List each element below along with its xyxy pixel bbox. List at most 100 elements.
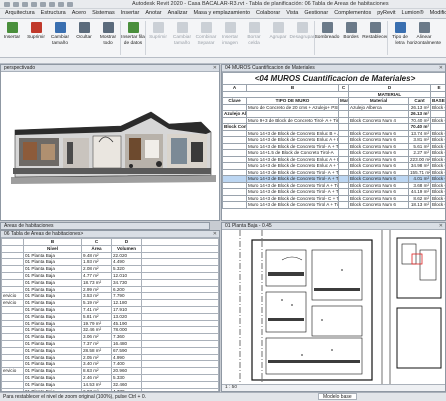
table-cell[interactable]: Block Concreto Num 4 xyxy=(222,123,247,131)
close-icon[interactable]: ✕ xyxy=(213,65,217,72)
table-cell[interactable] xyxy=(1,353,24,362)
ribbon-button[interactable]: Combinar Separar xyxy=(194,19,218,56)
table-cell[interactable]: Block Co xyxy=(430,194,445,202)
table-cell[interactable]: 2.05 m² xyxy=(81,353,112,362)
table-cell[interactable]: 70.40 m² xyxy=(408,116,431,124)
table-cell[interactable]: Muro 14+3 de Block de Concreto Tirol- A … xyxy=(246,188,339,196)
table-cell[interactable] xyxy=(1,258,24,267)
table-cell[interactable]: Block Co xyxy=(430,116,445,124)
table-row[interactable]: ervicio 01 Planta Baja 3.53 m² 7.790 xyxy=(1,292,219,301)
3d-view-pane[interactable]: perspectivado ✕ xyxy=(0,64,220,221)
table-row[interactable]: 01 Planta Baja 19.79 m² 45.190 xyxy=(1,319,219,328)
ribbon-tab[interactable]: Vista xyxy=(283,9,301,18)
table-cell[interactable]: 7.360 xyxy=(111,333,142,341)
table-cell[interactable]: 01 Planta Baja xyxy=(23,367,82,375)
table-cell[interactable]: ervicio xyxy=(1,299,24,307)
ribbon-button[interactable]: Restablecer xyxy=(362,19,388,56)
table-cell[interactable] xyxy=(1,305,24,314)
table-cell[interactable]: 01 Planta Baja xyxy=(23,258,82,267)
table-cell[interactable]: Muro 14+3 de Block de Concreto Tirol- A … xyxy=(246,175,339,183)
table-cell[interactable]: 01 Planta Baja xyxy=(23,265,82,273)
table-cell[interactable]: 2.08 m² xyxy=(81,265,112,273)
text-icon[interactable] xyxy=(58,1,64,7)
table-row[interactable]: 01 Planta Baja 32.46 m² 78.000 xyxy=(1,326,219,335)
table-row[interactable]: 01 Planta Baja 2.99 m² 6.200 xyxy=(1,285,219,294)
ribbon-tab[interactable]: Colaborar xyxy=(253,9,283,18)
table-cell[interactable] xyxy=(1,360,24,369)
column-header[interactable] xyxy=(1,244,24,253)
table-cell[interactable]: Muro 14+3 de Block de Concreto Tirol A +… xyxy=(246,181,339,189)
table-cell[interactable] xyxy=(1,285,24,294)
table-cell[interactable]: Muro 9+3 de Block de Concreto Tirol- A +… xyxy=(246,116,339,124)
ribbon-button[interactable]: Insertar fila de datos xyxy=(121,19,145,56)
ribbon-tab[interactable]: Acero xyxy=(69,9,89,18)
table-row[interactable]: Muro 14+3 de Block de Concreto Tirol A +… xyxy=(222,181,445,189)
ribbon-tab[interactable]: pyRevit xyxy=(374,9,398,18)
table-cell[interactable]: 5.81 m² xyxy=(81,312,112,321)
ribbon-tab[interactable]: Insertar xyxy=(118,9,143,18)
table-cell[interactable]: 22.020 xyxy=(111,251,142,260)
column-letter[interactable] xyxy=(1,238,24,246)
table-cell[interactable]: 7.790 xyxy=(111,292,142,301)
ribbon-tab[interactable]: Complementos xyxy=(331,9,374,18)
table-cell[interactable]: 2.99 m² xyxy=(81,285,112,294)
table-cell[interactable]: Muro 14+1.5 de Block de Concreto Tirol-A xyxy=(246,149,339,157)
ribbon-button[interactable]: Ocultar xyxy=(72,19,96,56)
column-header[interactable]: BASE ES xyxy=(430,97,445,105)
table-row[interactable]: 01 Planta Baja 5.81 m² 13.020 xyxy=(1,312,219,321)
table-cell[interactable] xyxy=(338,201,349,209)
ribbon-button[interactable]: Insertar xyxy=(0,19,24,56)
table-cell[interactable]: 01 Planta Baja xyxy=(23,285,82,294)
ribbon-tab[interactable]: Gestionar xyxy=(301,9,331,18)
table-cell[interactable]: 14.53 m² xyxy=(81,380,112,389)
table-cell[interactable]: 01 Planta Baja xyxy=(23,319,82,328)
table-row[interactable]: 01 Planta Baja 7.41 m² 17.910 xyxy=(1,305,219,314)
table-cell[interactable]: 19.79 m² xyxy=(81,319,112,328)
ribbon-tab[interactable]: Arquitectura xyxy=(2,9,38,18)
table-cell[interactable]: Block Co xyxy=(430,181,445,189)
table-cell[interactable]: 5.320 xyxy=(111,265,142,273)
table-cell[interactable]: 12.010 xyxy=(111,271,142,280)
table-cell[interactable]: Block Co xyxy=(430,168,445,176)
table-row[interactable]: Muro de Concreto de 20 cms + Azulejo+ PS… xyxy=(222,103,445,111)
ribbon-tab[interactable]: Anotar xyxy=(142,9,164,18)
ribbon-tab[interactable]: Masa y emplazamiento xyxy=(190,9,253,18)
table-cell[interactable]: 7.400 xyxy=(111,360,142,369)
materials-schedule-table[interactable]: <04 MUROS Cuantificacion de Materiales> A… xyxy=(222,72,445,209)
table-cell[interactable]: 01 Planta Baja xyxy=(23,251,82,260)
close-icon[interactable]: ✕ xyxy=(439,65,443,72)
table-row[interactable]: Muro 14+3 de Block de Concreto Tirol A +… xyxy=(222,201,445,209)
table-cell[interactable]: Muro 14+3 de Block de Concreto Tirol A +… xyxy=(246,201,339,209)
table-cell[interactable]: Block Co xyxy=(430,142,445,150)
model-selector[interactable]: Modelo base xyxy=(318,393,357,400)
table-row[interactable]: 01 Planta Baja 28.58 m² 67.590 xyxy=(1,346,219,355)
ribbon-tab[interactable]: Estructura xyxy=(38,9,69,18)
table-cell[interactable]: 01 Planta Baja xyxy=(23,353,82,362)
table-cell[interactable]: 01 Planta Baja xyxy=(23,312,82,321)
quick-access-toolbar[interactable] xyxy=(0,0,130,9)
column-header[interactable]: Nivel xyxy=(23,244,82,253)
ribbon-button[interactable]: Alinear horizontalmente xyxy=(407,19,441,56)
ribbon-button[interactable]: Sombreado xyxy=(315,19,339,56)
print-icon[interactable] xyxy=(40,1,46,7)
table-row[interactable]: 01 Planta Baja 3.06 m² 7.360 xyxy=(1,333,219,341)
table-cell[interactable]: Block Co xyxy=(430,162,445,170)
table-cell[interactable]: 5.330 xyxy=(111,373,142,382)
open-icon[interactable] xyxy=(4,1,10,7)
table-cell[interactable]: 01 Planta Baja xyxy=(23,299,82,307)
table-row[interactable]: ervicio 01 Planta Baja 8.63 m² 20.960 xyxy=(1,367,219,375)
table-cell[interactable]: Block Co xyxy=(430,149,445,157)
column-letter[interactable]: D xyxy=(111,238,142,246)
table-cell[interactable]: Muro 14+3 de Block de Concreto Tirol- A … xyxy=(246,168,339,176)
column-header[interactable]: Área xyxy=(81,244,112,253)
table-cell[interactable] xyxy=(1,326,24,335)
table-cell[interactable] xyxy=(222,201,247,209)
redo-icon[interactable] xyxy=(31,1,37,7)
table-cell[interactable]: 01 Planta Baja xyxy=(23,360,82,369)
table-cell[interactable] xyxy=(1,346,24,355)
undo-icon[interactable] xyxy=(22,1,28,7)
table-cell[interactable]: 01 Planta Baja xyxy=(23,278,82,287)
table-cell[interactable]: 3.06 m² xyxy=(81,333,112,341)
table-row[interactable]: 01 Planta Baja 4.77 m² 12.010 xyxy=(1,271,219,280)
table-row[interactable]: Muro 14+3 de Block de Concreto Tirol- A … xyxy=(222,142,445,150)
